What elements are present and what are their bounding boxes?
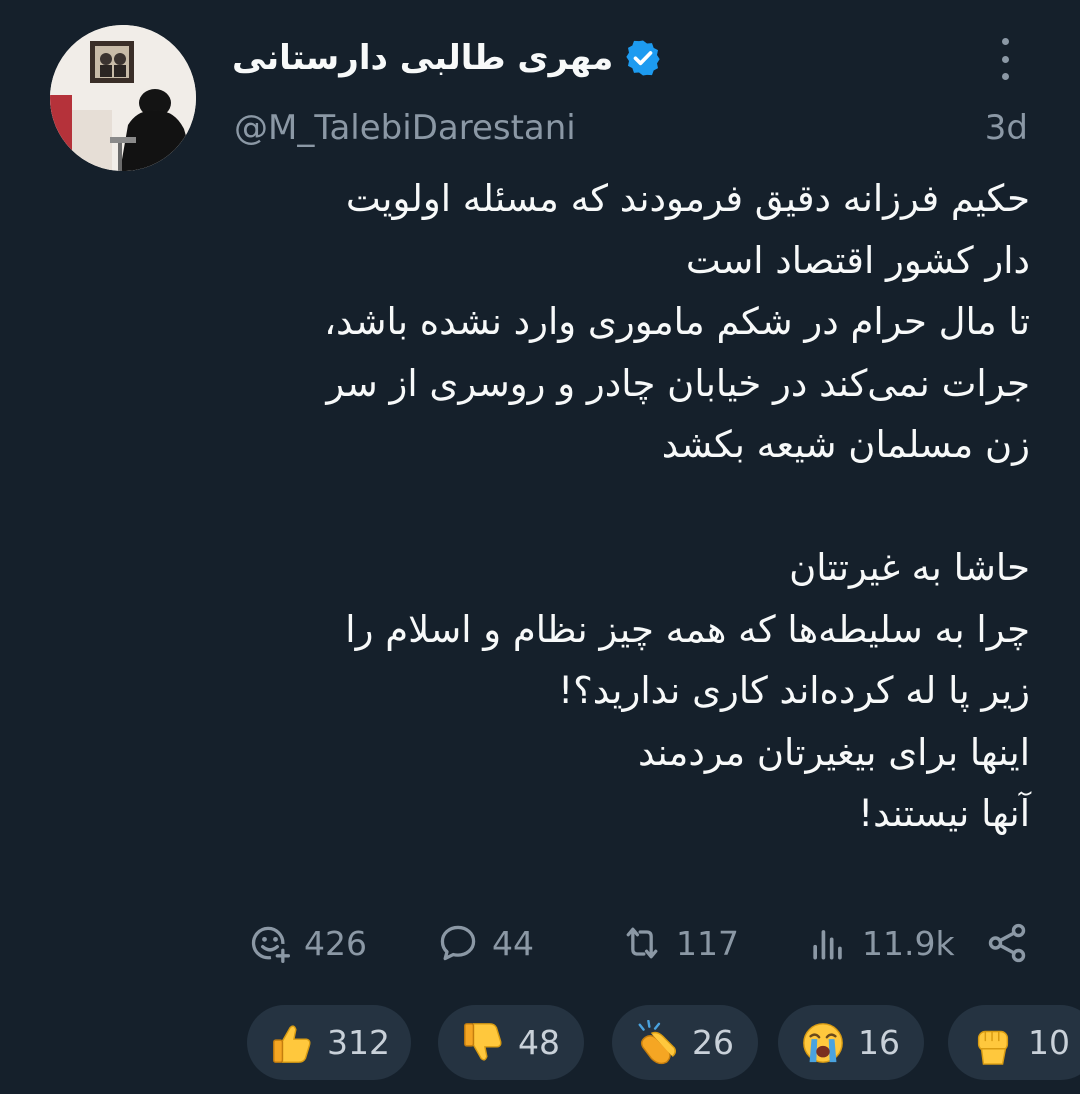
reaction-crying[interactable]: 16: [778, 1005, 924, 1080]
raised-fist-icon: [977, 1030, 1009, 1065]
reaction-count: 26: [692, 1023, 734, 1062]
views-chart-icon: [813, 930, 842, 960]
more-options-icon[interactable]: [990, 38, 1020, 80]
avatar-photo: [50, 25, 196, 171]
tweet-text-line: چرا به سلیطه‌ها که همه چیز نظام و اسلام …: [345, 607, 1030, 651]
more-dot: [1001, 73, 1009, 80]
clapping-hands-icon: [638, 1019, 677, 1064]
tweet-text: حکیم فرزانه دقیق فرمودند که مسئله اولویت…: [230, 168, 1030, 845]
views-button[interactable]: 11.9k: [806, 915, 955, 971]
share-button[interactable]: [984, 915, 1030, 971]
reply-button[interactable]: 44: [436, 915, 534, 971]
more-dot: [1001, 38, 1009, 45]
tweet-action-bar: 426 44 117 11.9k: [0, 915, 1080, 971]
reaction-raised-fist[interactable]: 10: [948, 1005, 1080, 1080]
tweet-text-line: زیر پا له کرده‌اند کاری ندارید؟!: [558, 669, 1030, 712]
reply-icon: [440, 925, 476, 961]
retweet-icon: [626, 927, 658, 959]
display-name[interactable]: مهری طالبی دارستانی: [232, 38, 613, 78]
views-count: 11.9k: [862, 923, 955, 963]
author-handle[interactable]: @M_TalebiDarestani: [234, 108, 576, 148]
tweet-timestamp[interactable]: 3d: [985, 108, 1028, 148]
loudly-crying-face-icon: [803, 1022, 843, 1063]
reaction-count: 48: [518, 1023, 560, 1062]
reaction-count: 10: [1028, 1023, 1070, 1062]
reaction-count: 312: [327, 1023, 390, 1062]
add-reaction-icon: [251, 926, 290, 963]
tweet-text-line: تا مال حرام در شکم ماموری وارد نشده باشد…: [324, 300, 1030, 343]
react-button[interactable]: 426: [248, 915, 367, 971]
verified-badge-icon: [626, 40, 660, 76]
tweet-text-line: اینها برای بیغیرتان مردمند: [637, 730, 1030, 774]
avatar[interactable]: [50, 25, 196, 171]
reply-count: 44: [492, 923, 534, 963]
reaction-count: 16: [858, 1023, 900, 1062]
more-dot: [1001, 55, 1009, 63]
tweet-text-line: آنها نیستند!: [858, 792, 1030, 835]
thumbs-down-icon: [464, 1022, 502, 1061]
react-count: 426: [304, 923, 367, 963]
thumbs-up-icon: [273, 1024, 311, 1063]
tweet-text-line: زن مسلمان شیعه بکشد: [661, 423, 1030, 466]
reaction-thumbs-up[interactable]: 312: [247, 1005, 411, 1080]
tweet-text-line: جرات نمی‌کند در خیابان چادر و روسری از س…: [326, 361, 1030, 405]
reaction-clapping[interactable]: 26: [612, 1005, 758, 1080]
tweet-text-line: حاشا به غیرتتان: [789, 546, 1030, 589]
tweet-text-line: دار کشور اقتصاد است: [685, 238, 1030, 282]
share-icon: [988, 923, 1026, 963]
reaction-thumbs-down[interactable]: 48: [438, 1005, 584, 1080]
tweet-text-line: حکیم فرزانه دقیق فرمودند که مسئله اولویت: [345, 177, 1030, 220]
retweet-count: 117: [676, 923, 739, 963]
reaction-pills: 312 48 26 16 10: [0, 1005, 1080, 1080]
author-name-row: مهری طالبی دارستانی: [232, 38, 663, 78]
retweet-button[interactable]: 117: [620, 915, 739, 971]
